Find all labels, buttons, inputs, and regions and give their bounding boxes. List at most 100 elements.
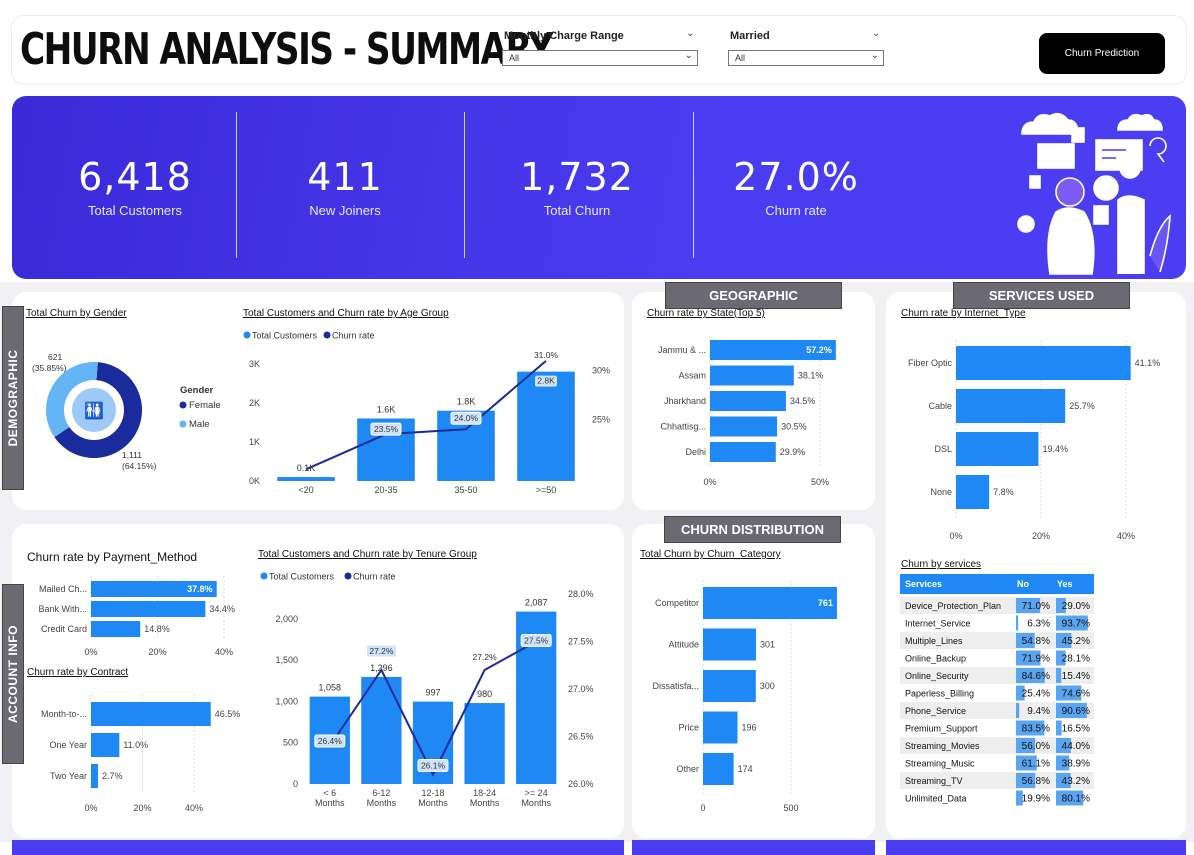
- bar-label: 997: [425, 688, 440, 698]
- bar: [956, 389, 1066, 423]
- table-cell: 28.1%: [1062, 654, 1090, 665]
- payment-method-chart[interactable]: Mailed Ch... 37.8% Bank With... 34.4% Credit…: [24, 572, 244, 660]
- chevron-down-icon[interactable]: ⌄: [872, 28, 880, 39]
- data-bar: [1016, 615, 1019, 631]
- bar: [703, 628, 756, 661]
- slicer-value: All: [509, 53, 520, 63]
- chart-title-contract: Churn rate by Contract: [27, 667, 129, 678]
- table-cell: Unlimited_Data: [905, 794, 967, 804]
- category-label: Bank With...: [38, 604, 87, 614]
- y2-tick-label: 26.5%: [568, 732, 594, 742]
- gender-donut-chart[interactable]: 🚻 1,111(64.15%) 621(35.85%) Gender Female Mal…: [24, 340, 240, 480]
- legend-marker: [179, 420, 187, 428]
- state-churn-chart[interactable]: Jammu & ... 57.2% Assam 38.1% Jharkhand 34.5%…: [640, 328, 870, 492]
- bar: [956, 346, 1131, 380]
- category-label: Mailed Ch...: [39, 584, 87, 594]
- category-label: Price: [678, 723, 699, 733]
- age-group-chart[interactable]: Total Customers Churn rate 0K 1K 2K 3K 25% 30% <…: [236, 326, 624, 500]
- table-cell: Streaming_TV: [905, 776, 963, 786]
- churn-prediction-button[interactable]: Churn Prediction: [1039, 33, 1165, 74]
- data-bar: [1056, 668, 1062, 683]
- bar: [710, 442, 776, 462]
- column-header: Services: [905, 579, 942, 589]
- slicer-married[interactable]: All ⌄: [728, 50, 884, 66]
- table-cell: 45.2%: [1062, 636, 1090, 647]
- bar-label: 2,087: [525, 598, 548, 608]
- bar-label: 30.5%: [781, 422, 807, 432]
- footer-bar: [886, 840, 1186, 855]
- bar-label: 29.9%: [780, 447, 806, 457]
- legend-item: Total Customers: [269, 572, 335, 582]
- category-label: Credit Card: [41, 624, 87, 634]
- x-tick-label: <20: [298, 485, 313, 495]
- bar: [91, 621, 141, 637]
- y-tick-label: 1K: [249, 437, 260, 447]
- contract-chart[interactable]: Month-to-... 46.5% One Year 11.0% Two Year 2.…: [24, 690, 254, 820]
- tenure-group-chart[interactable]: Total Customers Churn rate 0 500 1,000 1,500 2…: [250, 566, 620, 822]
- legend-marker: [260, 572, 268, 580]
- bar-label: 41.1%: [1135, 358, 1161, 368]
- table-cell: Online_Backup: [905, 654, 966, 664]
- services-table[interactable]: Services No Yes Device_Protection_Plan 71.0%…: [900, 574, 1096, 810]
- table-cell: 25.4%: [1022, 689, 1050, 700]
- churn-category-chart[interactable]: Competitor 761 Attitude 301 Dissatisfa... 300…: [636, 576, 872, 820]
- bar-label: 38.1%: [798, 371, 824, 381]
- bar-label: 1,058: [319, 683, 342, 693]
- table-cell: 61.1%: [1022, 759, 1050, 770]
- legend-item: Churn rate: [332, 331, 375, 341]
- kpi-value: 411: [307, 155, 383, 199]
- bar-label: 2.8K: [537, 376, 555, 386]
- x-tick-label: 20-35: [374, 485, 397, 495]
- category-label: Two Year: [50, 771, 87, 781]
- line-label: 24.0%: [454, 413, 479, 423]
- kpi-churn-rate: 27.0% Churn rate: [701, 155, 891, 218]
- bar-label: 37.8%: [187, 584, 213, 594]
- x-tick-label: 35-50: [454, 485, 477, 495]
- footer-bar: [12, 840, 624, 855]
- slicer-monthly-charge[interactable]: All ⌄: [502, 50, 698, 66]
- y-tick-label: 500: [283, 738, 298, 748]
- category-label: Competitor: [655, 598, 699, 608]
- kpi-value: 6,418: [78, 155, 192, 199]
- page-title: CHURN ANALYSIS - SUMMARY: [20, 24, 553, 75]
- table-cell: Device_Protection_Plan: [905, 601, 1001, 611]
- bar: [710, 416, 778, 437]
- section-label-services: SERVICES USED: [953, 282, 1130, 309]
- x-tick-label: Months: [470, 798, 500, 808]
- line-label: 27.2%: [369, 646, 394, 656]
- line-label: 27.5%: [524, 636, 549, 646]
- x-tick-label: 0%: [949, 531, 962, 541]
- table-cell: 56.0%: [1022, 741, 1050, 752]
- chevron-down-icon[interactable]: ⌄: [686, 28, 694, 39]
- line-label: 26.1%: [421, 761, 446, 771]
- legend-item: Churn rate: [353, 572, 396, 582]
- x-tick-label: 0%: [84, 803, 97, 813]
- bar-label: 300: [760, 681, 775, 691]
- internet-type-chart[interactable]: Fiber Optic 41.1% Cable 25.7% DSL 19.4% None 7.…: [892, 330, 1182, 548]
- chart-title-internet: Churn rate by Internet_Type: [901, 308, 1026, 319]
- bar: [703, 587, 837, 619]
- table-cell: Multiple_Lines: [905, 636, 963, 646]
- table-cell: 38.9%: [1062, 759, 1090, 770]
- legend-marker: [344, 572, 352, 580]
- category-label: Cable: [928, 401, 952, 411]
- kpi-total-churn: 1,732 Total Churn: [482, 155, 672, 218]
- kpi-value: 1,732: [520, 155, 634, 199]
- kpi-label: Churn rate: [765, 203, 827, 218]
- table-cell: 80.1%: [1062, 794, 1090, 805]
- kpi-divider: [236, 112, 237, 258]
- y-tick-label: 1,500: [275, 655, 298, 665]
- kpi-label: Total Customers: [88, 203, 182, 218]
- bar-label: 761: [818, 598, 833, 608]
- legend-marker: [243, 331, 251, 339]
- category-label: Month-to-...: [41, 709, 87, 719]
- chart-title-services: Churn by services: [901, 559, 982, 570]
- bar-label: 1.8K: [457, 397, 476, 407]
- x-tick-label: 0%: [703, 477, 716, 487]
- bar-label: 34.5%: [790, 396, 816, 406]
- bar-label: 980: [477, 689, 492, 699]
- table-cell: 54.8%: [1022, 636, 1050, 647]
- line-label: 23.5%: [374, 424, 399, 434]
- churn-rate-line: [305, 360, 547, 471]
- kpi-new-joiners: 411 New Joiners: [250, 155, 440, 218]
